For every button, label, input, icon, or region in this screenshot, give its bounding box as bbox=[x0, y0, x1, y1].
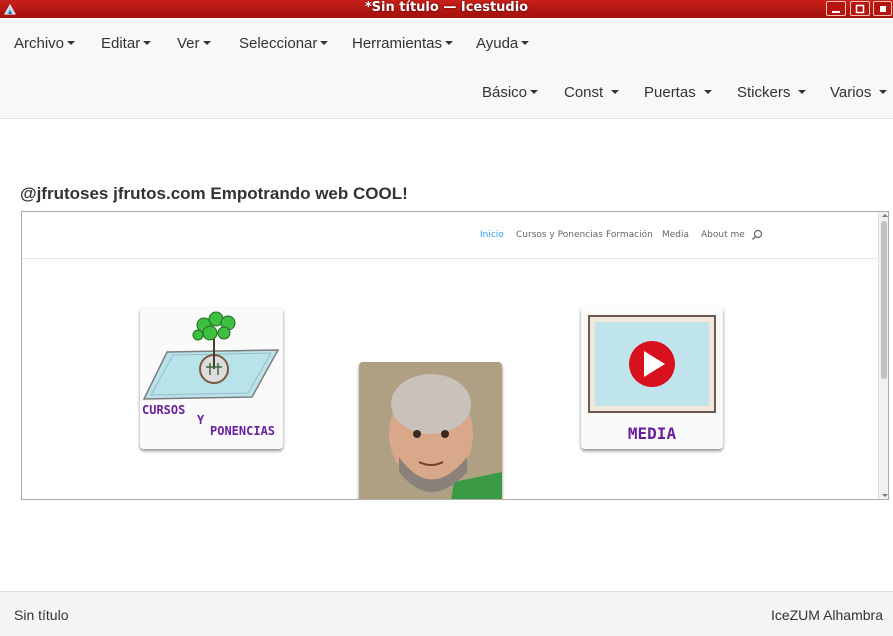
chevron-down-icon bbox=[445, 41, 454, 45]
menu-ayuda[interactable]: Ayuda bbox=[476, 35, 530, 53]
frame-scrollbar[interactable] bbox=[878, 212, 888, 499]
card-profile-photo[interactable] bbox=[359, 362, 502, 499]
maximize-button[interactable] bbox=[850, 1, 870, 16]
embedded-web-frame[interactable]: Inicio Cursos y Ponencias Formación Medi… bbox=[21, 211, 889, 500]
nav-inicio[interactable]: Inicio bbox=[480, 230, 504, 240]
statusbar: Sin título IceZUM Alhambra bbox=[0, 591, 893, 636]
chevron-down-icon bbox=[879, 90, 888, 94]
menu-basico-label: Básico bbox=[482, 84, 528, 101]
menu-seleccionar[interactable]: Seleccionar bbox=[239, 35, 329, 53]
menu-archivo[interactable]: Archivo bbox=[14, 35, 76, 53]
card-cursos-ponencias[interactable]: CURSOS Y PONENCIAS bbox=[140, 307, 283, 449]
chevron-down-icon bbox=[798, 90, 807, 94]
scrollbar-thumb[interactable] bbox=[881, 221, 887, 379]
menu-herramientas-label: Herramientas bbox=[352, 35, 443, 52]
menu-ver-label: Ver bbox=[177, 35, 200, 52]
menu-const-label: Const bbox=[564, 84, 604, 101]
project-name: Sin título bbox=[14, 607, 69, 623]
menu-seleccionar-label: Seleccionar bbox=[239, 35, 318, 52]
chevron-down-icon bbox=[320, 41, 329, 45]
chevron-down-icon bbox=[521, 41, 530, 45]
cursos-card-line3: PONENCIAS bbox=[210, 424, 276, 438]
minimize-button[interactable] bbox=[826, 1, 846, 16]
menubar: Archivo Editar Ver Seleccionar Herramien… bbox=[0, 18, 893, 119]
board-selector[interactable]: IceZUM Alhambra bbox=[771, 607, 883, 623]
chevron-down-icon bbox=[143, 41, 152, 45]
block-title: @jfrutoses jfrutos.com Empotrando web CO… bbox=[20, 184, 408, 203]
card-media[interactable]: MEDIA bbox=[581, 306, 723, 449]
chevron-down-icon bbox=[703, 90, 712, 94]
menu-const[interactable]: Const bbox=[564, 84, 620, 102]
site-navigation: Inicio Cursos y Ponencias Formación Medi… bbox=[22, 212, 880, 259]
media-card-label: MEDIA bbox=[627, 424, 677, 443]
nav-media[interactable]: Media bbox=[662, 230, 689, 240]
menu-puertas-label: Puertas bbox=[644, 84, 696, 101]
close-icon bbox=[880, 6, 886, 12]
menu-herramientas[interactable]: Herramientas bbox=[352, 35, 454, 53]
chevron-down-icon bbox=[611, 90, 620, 94]
menu-basico[interactable]: Básico bbox=[482, 84, 539, 102]
search-icon[interactable] bbox=[751, 229, 763, 241]
scroll-up-icon[interactable] bbox=[882, 214, 888, 217]
window-titlebar: *Sin título — Icestudio bbox=[0, 0, 893, 18]
menu-editar-label: Editar bbox=[101, 35, 141, 52]
menu-varios-label: Varios bbox=[830, 84, 872, 101]
chevron-down-icon bbox=[530, 90, 539, 94]
nav-cursos-y-ponencias[interactable]: Cursos y Ponencias bbox=[516, 230, 603, 240]
minimize-icon bbox=[832, 11, 840, 13]
maximize-icon bbox=[855, 4, 865, 14]
chevron-down-icon bbox=[67, 41, 76, 45]
nav-about-me[interactable]: About me bbox=[701, 230, 745, 240]
menu-ver[interactable]: Ver bbox=[177, 35, 211, 53]
cursos-card-line2: Y bbox=[197, 413, 205, 427]
profile-photo bbox=[359, 362, 502, 499]
menu-archivo-label: Archivo bbox=[14, 35, 65, 52]
nav-formacion[interactable]: Formación bbox=[606, 230, 653, 240]
close-button[interactable] bbox=[873, 1, 892, 16]
menu-varios[interactable]: Varios bbox=[830, 84, 888, 102]
cursos-card-line1: CURSOS bbox=[142, 403, 186, 417]
menu-stickers-label: Stickers bbox=[737, 84, 791, 101]
chevron-down-icon bbox=[202, 41, 211, 45]
scroll-down-icon[interactable] bbox=[882, 494, 888, 497]
menu-ayuda-label: Ayuda bbox=[476, 35, 519, 52]
menu-stickers[interactable]: Stickers bbox=[737, 84, 807, 102]
menu-editar[interactable]: Editar bbox=[101, 35, 152, 53]
menu-puertas[interactable]: Puertas bbox=[644, 84, 712, 102]
window-title: *Sin título — Icestudio bbox=[364, 0, 529, 15]
